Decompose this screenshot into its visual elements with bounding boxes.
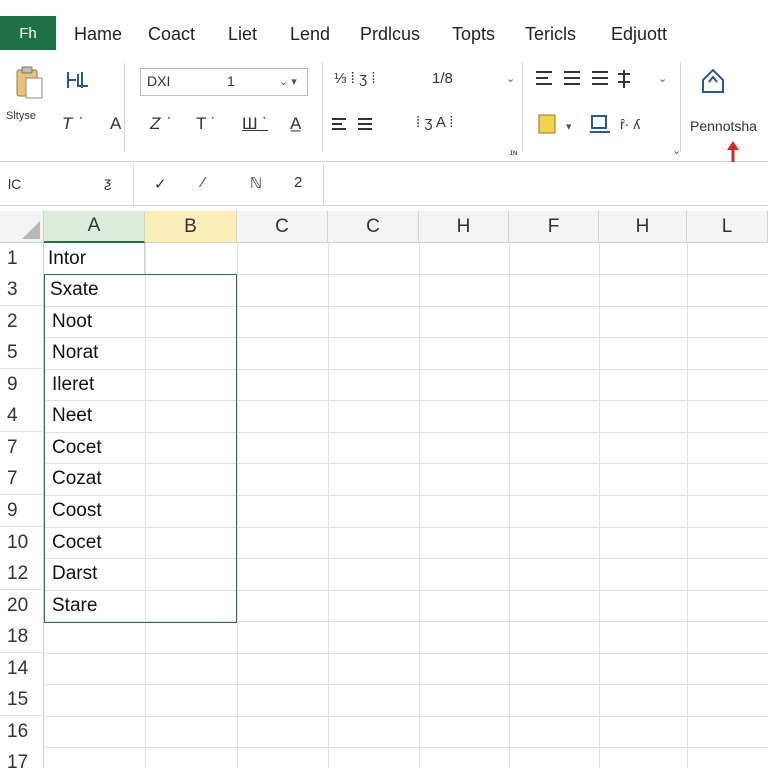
indent-icon[interactable]: ⅓ ⁞ ʒ ⁞	[334, 70, 376, 87]
font-size: 1	[227, 73, 235, 89]
number-format[interactable]: 1/8	[432, 70, 453, 87]
row-header[interactable]: 3	[0, 274, 44, 306]
font-name-box[interactable]: DXI 1 ⌄ ▾	[140, 68, 308, 96]
column-header-h[interactable]: H	[419, 211, 509, 243]
chevron-down-icon[interactable]: ▾	[566, 120, 572, 133]
row-header[interactable]: 7	[0, 432, 44, 464]
name-box[interactable]: lC ƺ	[0, 164, 134, 206]
font-name: DXI	[147, 73, 171, 89]
column-header-f[interactable]: F	[509, 211, 599, 243]
italic-icon[interactable]: Z ˙	[150, 114, 171, 134]
formula-extra[interactable]: 2	[294, 174, 302, 191]
row-header[interactable]: 7	[0, 463, 44, 495]
row-header[interactable]: 2	[0, 306, 44, 338]
column-header-c2[interactable]: C	[328, 211, 419, 243]
font-color-icon[interactable]: A̲	[290, 114, 301, 134]
column-header-a[interactable]: A	[44, 211, 145, 243]
formula-bar: lC ƺ ✓ ⁄ ℕ 2	[0, 164, 768, 206]
row-header[interactable]: 12	[0, 558, 44, 590]
row-header[interactable]: 18	[0, 621, 44, 653]
tab-insert[interactable]: Coact	[148, 24, 195, 45]
fill-color-icon[interactable]	[536, 112, 558, 136]
row-header[interactable]: 4	[0, 400, 44, 432]
name-box-value: lC	[8, 176, 22, 192]
chevron-down-icon[interactable]: ⌄ ▾	[279, 75, 297, 88]
ribbon: Sltyse DXI 1 ⌄ ▾ T ˙ A Z ˙ T ˙ Ш ˙ A̲ ⅓ …	[0, 56, 768, 162]
column-header-l[interactable]: L	[687, 211, 768, 243]
column-header-c[interactable]: C	[237, 211, 328, 243]
select-all-button[interactable]	[0, 211, 44, 243]
clipboard-icon[interactable]	[12, 64, 46, 100]
format-painter-icon[interactable]	[64, 68, 94, 94]
share-label: Pennotsha	[690, 118, 757, 134]
row-header[interactable]: 14	[0, 653, 44, 685]
insert-function-icon[interactable]: ℕ	[250, 174, 262, 192]
tab-tericls[interactable]: Tericls	[525, 24, 576, 45]
spreadsheet-grid: A B C C H F H L 1 3 2 5 9 4 7 7 9 10 12 …	[0, 211, 768, 768]
borders-icon[interactable]	[588, 112, 612, 136]
row-header[interactable]: 10	[0, 527, 44, 559]
row-header[interactable]: 15	[0, 684, 44, 716]
chevron-down-icon[interactable]: ⌄	[658, 72, 667, 85]
column-header-b[interactable]: B	[145, 211, 237, 243]
row-header[interactable]: 9	[0, 369, 44, 401]
share-icon[interactable]	[698, 66, 728, 96]
wrap-text-icon[interactable]: ⁞ ʒ A ⁞	[416, 114, 453, 131]
font-dialog-launcher[interactable]: ɪɴ	[510, 148, 517, 157]
formula-input[interactable]	[330, 170, 768, 200]
tab-topts[interactable]: Topts	[452, 24, 495, 45]
row-header[interactable]: 17	[0, 747, 44, 768]
file-tab[interactable]: Fh	[0, 16, 56, 50]
clear-icon[interactable]: ȓ· ʎ	[620, 116, 640, 132]
cell-a-value[interactable]: Intor	[48, 243, 86, 275]
ribbon-tab-bar: Fh Hame Coact Liet Lend Prdlcus Topts Te…	[0, 14, 768, 52]
font-grow-icon[interactable]: A	[110, 114, 121, 134]
row-header[interactable]: 9	[0, 495, 44, 527]
align-left-icon[interactable]	[330, 116, 390, 134]
tab-edjuott[interactable]: Edjuott	[611, 24, 667, 45]
tab-lend[interactable]: Lend	[290, 24, 330, 45]
column-header-h2[interactable]: H	[599, 211, 687, 243]
name-box-dropdown-icon[interactable]: ƺ	[104, 174, 112, 190]
paste-label: Sltyse	[6, 110, 36, 122]
tab-products[interactable]: Prdlcus	[360, 24, 420, 45]
tab-home[interactable]: Hame	[74, 24, 122, 45]
bold-icon[interactable]: T ˙	[62, 114, 83, 134]
text-icon[interactable]: T ˙	[196, 114, 216, 134]
cancel-icon[interactable]: ✓	[154, 175, 167, 193]
red-arrow-icon	[727, 141, 739, 162]
underline-icon[interactable]: Ш ˙	[242, 114, 268, 134]
row-header[interactable]: 16	[0, 716, 44, 748]
chevron-down-icon[interactable]: ⌄	[506, 72, 515, 85]
align-center-icon[interactable]	[534, 68, 658, 90]
selection-range	[44, 274, 237, 623]
row-header[interactable]: 5	[0, 337, 44, 369]
enter-icon[interactable]: ⁄	[202, 174, 205, 191]
tab-list[interactable]: Liet	[228, 24, 257, 45]
formula-controls: ✓ ⁄ ℕ 2	[142, 164, 324, 206]
row-header[interactable]: 1	[0, 243, 44, 275]
row-header[interactable]: 20	[0, 590, 44, 622]
